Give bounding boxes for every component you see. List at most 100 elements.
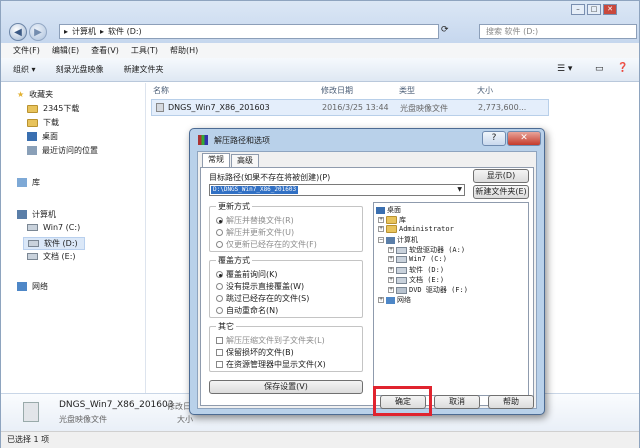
status-bar: 已选择 1 项 (1, 431, 639, 448)
folder-tree[interactable]: 桌面 + 库 + Administrator − 计算机 + 软盘驱动器 (A:) + W… (373, 202, 529, 396)
dialog-help-button[interactable]: ? (482, 131, 506, 146)
nav-network[interactable]: 网络 (17, 281, 48, 292)
menu-view[interactable]: 查看(V) (91, 45, 119, 56)
checkbox (216, 337, 223, 344)
radio-update-existing[interactable]: 仅更新已经存在的文件(F) (216, 239, 317, 250)
dropdown-arrow-icon[interactable]: ▼ (457, 186, 462, 193)
column-type[interactable]: 类型 (399, 85, 415, 96)
expand-icon[interactable]: + (388, 247, 394, 253)
cancel-button[interactable]: 取消 (434, 395, 480, 409)
nav-fav-downloads[interactable]: 下载 (27, 117, 59, 128)
network-icon (17, 282, 27, 291)
drive-icon (396, 266, 407, 274)
tree-library[interactable]: + 库 (378, 215, 406, 225)
refresh-icon[interactable]: ⟳ (441, 25, 449, 35)
check-keep-broken[interactable]: 保留损坏的文件(B) (216, 347, 294, 358)
nav-library[interactable]: 库 (17, 177, 40, 188)
folder-icon (27, 104, 38, 113)
radio-dot (216, 241, 223, 248)
new-folder-button[interactable]: 新建文件夹(E) (473, 185, 529, 199)
nav-computer[interactable]: 计算机 (17, 209, 56, 220)
radio-dot (216, 283, 223, 290)
dvd-drive-icon (396, 286, 407, 294)
expand-icon[interactable]: + (388, 267, 394, 273)
menu-help[interactable]: 帮助(H) (170, 45, 198, 56)
tab-general[interactable]: 常规 (202, 153, 230, 167)
tree-administrator[interactable]: + Administrator (378, 225, 454, 233)
dialog-titlebar: 解压路径和选项 (198, 133, 270, 147)
radio-overwrite-silent[interactable]: 没有提示直接覆盖(W) (216, 281, 304, 292)
address-box[interactable]: ▸ 计算机 ▸ 软件 (D:) (59, 24, 439, 39)
nav-fav-recent[interactable]: 最近访问的位置 (27, 145, 98, 156)
close-button[interactable]: ✕ (603, 4, 617, 15)
update-mode-group: 更新方式 解压并替换文件(R) 解压并更新文件(U) 仅更新已经存在的文件(F) (209, 201, 363, 252)
dialog-close-button[interactable]: ✕ (507, 131, 541, 146)
details-type: 光盘映像文件 (59, 415, 107, 424)
expand-icon[interactable]: + (378, 226, 384, 232)
tree-computer[interactable]: − 计算机 (378, 235, 418, 245)
breadcrumb-drive[interactable]: 软件 (D:) (108, 26, 142, 37)
file-size: 2,773,600... (478, 103, 527, 112)
new-folder-button[interactable]: 新建文件夹 (124, 64, 164, 75)
winrar-icon (198, 135, 208, 145)
nav-drive-e[interactable]: 文档 (E:) (27, 251, 76, 262)
tree-drive-f[interactable]: + DVD 驱动器 (F:) (388, 285, 468, 295)
column-size[interactable]: 大小 (477, 85, 493, 96)
help-button[interactable]: 帮助 (488, 395, 534, 409)
tree-network[interactable]: + 网络 (378, 295, 411, 305)
minimize-button[interactable]: – (571, 4, 585, 15)
checkbox (216, 349, 223, 356)
radio-skip-existing[interactable]: 跳过已经存在的文件(S) (216, 293, 309, 304)
maximize-button[interactable]: □ (587, 4, 601, 15)
file-row[interactable]: DNGS_Win7_X86_201603 2016/3/25 13:44 光盘映… (151, 99, 549, 116)
nav-drive-d[interactable]: 软件 (D:) (23, 237, 85, 250)
expand-icon[interactable]: + (388, 287, 394, 293)
drive-icon (28, 240, 39, 247)
tree-drive-d[interactable]: + 软件 (D:) (388, 265, 444, 275)
radio-extract-replace[interactable]: 解压并替换文件(R) (216, 215, 294, 226)
radio-extract-update[interactable]: 解压并更新文件(U) (216, 227, 294, 238)
details-name: DNGS_Win7_X86_201603 (59, 400, 174, 410)
radio-auto-rename[interactable]: 自动重命名(N) (216, 305, 278, 316)
nav-fav-desktop[interactable]: 桌面 (27, 131, 58, 142)
nav-drive-c[interactable]: Win7 (C:) (27, 223, 80, 232)
tree-drive-e[interactable]: + 文档 (E:) (388, 275, 444, 285)
breadcrumb-computer[interactable]: 计算机 (72, 26, 96, 37)
menu-tools[interactable]: 工具(T) (131, 45, 158, 56)
overwrite-mode-title: 覆盖方式 (216, 255, 252, 266)
back-button[interactable]: ◀ (9, 23, 27, 41)
expand-icon[interactable]: + (378, 217, 384, 223)
file-date: 2016/3/25 13:44 (322, 103, 389, 112)
nav-favorites[interactable]: ★ 收藏夹 (17, 89, 53, 100)
burn-image-button[interactable]: 刻录光盘映像 (56, 64, 104, 75)
computer-icon (17, 210, 27, 219)
check-show-in-explorer[interactable]: 在资源管理器中显示文件(X) (216, 359, 326, 370)
save-settings-button[interactable]: 保存设置(V) (209, 380, 363, 394)
tree-drive-a[interactable]: + 软盘驱动器 (A:) (388, 245, 465, 255)
radio-ask-before[interactable]: 覆盖前询问(K) (216, 269, 278, 280)
nav-fav-2345[interactable]: 2345下载 (27, 103, 79, 114)
organize-button[interactable]: 组织 ▾ (13, 64, 36, 75)
expand-icon[interactable]: + (388, 256, 394, 262)
expand-icon[interactable]: + (388, 277, 394, 283)
tree-drive-c[interactable]: + Win7 (C:) (388, 255, 447, 263)
file-type: 光盘映像文件 (400, 104, 448, 113)
view-options-icon[interactable]: ☰ ▾ (557, 64, 572, 74)
dialog-controls: ? ✕ (482, 131, 541, 146)
check-extract-subfolder[interactable]: 解压压缩文件到子文件夹(L) (216, 335, 325, 346)
column-date[interactable]: 修改日期 (321, 85, 353, 96)
forward-button[interactable]: ▶ (29, 23, 47, 41)
preview-pane-icon[interactable]: ▭ (595, 64, 604, 74)
target-path-input[interactable]: D:\DNGS_Win7_X86_201603 ▼ (209, 184, 465, 196)
menu-edit[interactable]: 编辑(E) (52, 45, 79, 56)
tab-advanced[interactable]: 高级 (231, 154, 259, 167)
show-button[interactable]: 显示(D) (473, 169, 529, 183)
column-name[interactable]: 名称 (153, 85, 169, 96)
menu-file[interactable]: 文件(F) (13, 45, 40, 56)
collapse-icon[interactable]: − (378, 237, 384, 243)
drive-icon (396, 255, 407, 263)
search-input[interactable]: 搜索 软件 (D:) (479, 24, 637, 39)
expand-icon[interactable]: + (378, 297, 384, 303)
help-icon[interactable]: ❓ (617, 63, 628, 73)
tree-desktop[interactable]: 桌面 (376, 205, 401, 215)
